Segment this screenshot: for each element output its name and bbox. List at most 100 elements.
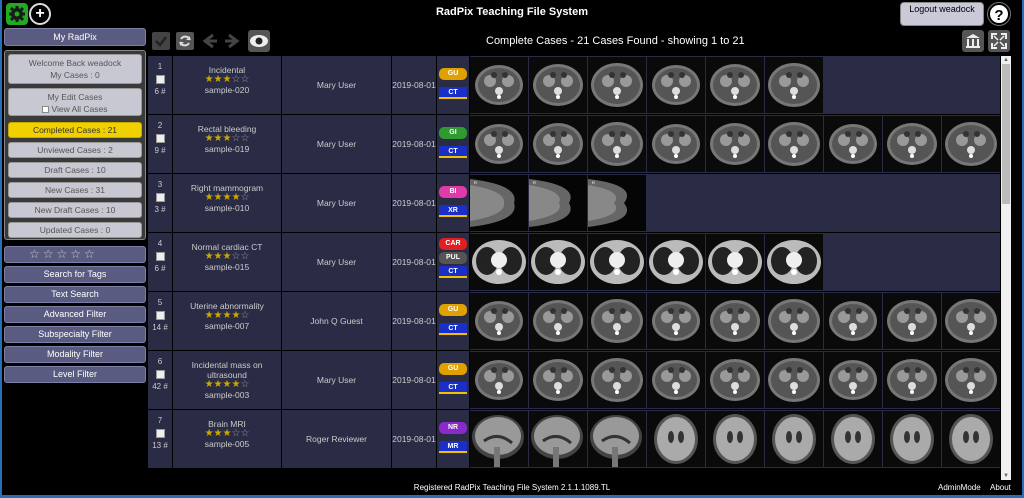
- case-select-checkbox[interactable]: [155, 429, 165, 438]
- my-edit-cases-link[interactable]: My Edit Cases: [9, 91, 141, 103]
- case-image-thumbnail[interactable]: [942, 293, 1000, 349]
- case-image-thumbnail[interactable]: [647, 57, 705, 113]
- case-image-thumbnail[interactable]: [706, 411, 764, 467]
- modality-badge[interactable]: MR: [439, 441, 467, 453]
- museum-icon[interactable]: [962, 30, 984, 52]
- case-image-thumbnail[interactable]: [824, 352, 882, 408]
- case-image-thumbnail[interactable]: [765, 293, 823, 349]
- case-row[interactable]: 4 6 # Normal cardiac CT ★★★☆☆ sample-015 Mary…: [148, 233, 1000, 292]
- case-image-thumbnail[interactable]: [824, 116, 882, 172]
- case-image-thumbnail[interactable]: R: [588, 175, 646, 231]
- case-image-thumbnail[interactable]: [765, 234, 823, 290]
- case-image-thumbnail[interactable]: [883, 352, 941, 408]
- case-image-thumbnail[interactable]: [942, 116, 1000, 172]
- case-select-checkbox[interactable]: [155, 252, 165, 261]
- modality-badge[interactable]: CT: [439, 382, 467, 394]
- sidebar-item-completed[interactable]: Completed Cases : 21: [8, 122, 142, 138]
- sidebar-item-new-draft[interactable]: New Draft Cases : 10: [8, 202, 142, 218]
- case-title[interactable]: Incidental mass on ultrasound: [173, 360, 281, 380]
- view-all-checkbox[interactable]: [42, 106, 50, 113]
- advanced-filter-button[interactable]: Advanced Filter: [4, 306, 146, 323]
- case-image-thumbnail[interactable]: [470, 57, 528, 113]
- case-select-checkbox[interactable]: [155, 370, 165, 379]
- case-image-thumbnail[interactable]: [529, 411, 587, 467]
- case-image-thumbnail[interactable]: [765, 116, 823, 172]
- subspecialty-badge[interactable]: GU: [439, 363, 467, 375]
- scroll-up-arrow[interactable]: ▲: [1001, 56, 1011, 64]
- case-image-thumbnail[interactable]: [529, 293, 587, 349]
- case-row[interactable]: 5 14 # Uterine abnormality ★★★★☆ sample-007 J…: [148, 292, 1000, 351]
- modality-badge[interactable]: XR: [439, 205, 467, 217]
- admin-mode-link[interactable]: AdminMode: [938, 483, 981, 492]
- modality-filter-button[interactable]: Modality Filter: [4, 346, 146, 363]
- sidebar-item-draft[interactable]: Draft Cases : 10: [8, 162, 142, 178]
- case-title-cell[interactable]: Rectal bleeding ★★★☆☆ sample-019: [173, 115, 281, 173]
- select-check-icon[interactable]: [150, 30, 172, 52]
- case-image-thumbnail[interactable]: [765, 352, 823, 408]
- case-image-thumbnail[interactable]: [706, 352, 764, 408]
- case-row[interactable]: 1 6 # Incidental ★★★☆☆ sample-020 Mary User 20…: [148, 56, 1000, 115]
- modality-badge[interactable]: CT: [439, 323, 467, 335]
- case-select-checkbox[interactable]: [155, 134, 165, 143]
- modality-badge[interactable]: CT: [439, 266, 467, 278]
- case-image-thumbnail[interactable]: [765, 411, 823, 467]
- case-image-thumbnail[interactable]: R: [529, 175, 587, 231]
- case-image-thumbnail[interactable]: [529, 234, 587, 290]
- case-image-thumbnail[interactable]: [470, 234, 528, 290]
- case-image-thumbnail[interactable]: [647, 116, 705, 172]
- case-title-cell[interactable]: Incidental ★★★☆☆ sample-020: [173, 56, 281, 114]
- level-filter-button[interactable]: Level Filter: [4, 366, 146, 383]
- case-image-thumbnail[interactable]: [470, 411, 528, 467]
- case-row[interactable]: 2 9 # Rectal bleeding ★★★☆☆ sample-019 Mary U…: [148, 115, 1000, 174]
- case-image-thumbnail[interactable]: [706, 57, 764, 113]
- case-image-thumbnail[interactable]: [647, 293, 705, 349]
- case-row[interactable]: 7 13 # Brain MRI ★★★☆☆ sample-005 Roger Revie…: [148, 410, 1000, 469]
- sidebar-item-unviewed[interactable]: Unviewed Cases : 2: [8, 142, 142, 158]
- case-image-thumbnail[interactable]: [765, 57, 823, 113]
- scroll-thumb[interactable]: [1002, 64, 1010, 204]
- case-title-cell[interactable]: Brain MRI ★★★☆☆ sample-005: [173, 410, 281, 468]
- subspecialty-filter-button[interactable]: Subspecialty Filter: [4, 326, 146, 343]
- case-image-thumbnail[interactable]: [588, 57, 646, 113]
- case-image-thumbnail[interactable]: [883, 293, 941, 349]
- subspecialty-badge[interactable]: NR: [439, 422, 467, 434]
- sidebar-item-new[interactable]: New Cases : 31: [8, 182, 142, 198]
- view-all-cases-option[interactable]: View All Cases: [9, 103, 141, 115]
- rating-filter[interactable]: ☆☆☆☆☆: [4, 246, 146, 263]
- subspecialty-badge[interactable]: GU: [439, 68, 467, 80]
- case-image-thumbnail[interactable]: [942, 411, 1000, 467]
- case-image-thumbnail[interactable]: [883, 411, 941, 467]
- case-image-thumbnail[interactable]: [824, 293, 882, 349]
- help-icon[interactable]: ?: [988, 3, 1010, 25]
- fullscreen-icon[interactable]: [988, 30, 1010, 52]
- case-row[interactable]: 6 42 # Incidental mass on ultrasound ★★★★☆ s…: [148, 351, 1000, 410]
- arrow-right-icon[interactable]: [222, 30, 244, 52]
- case-image-thumbnail[interactable]: [588, 234, 646, 290]
- case-image-thumbnail[interactable]: [529, 116, 587, 172]
- case-image-thumbnail[interactable]: [942, 352, 1000, 408]
- case-image-thumbnail[interactable]: [647, 411, 705, 467]
- subspecialty-badge[interactable]: GI: [439, 127, 467, 139]
- text-search-button[interactable]: Text Search: [4, 286, 146, 303]
- scroll-down-arrow[interactable]: ▼: [1001, 472, 1011, 480]
- vertical-scrollbar[interactable]: ▲ ▼: [1001, 56, 1011, 480]
- case-image-thumbnail[interactable]: [588, 411, 646, 467]
- case-image-thumbnail[interactable]: [883, 116, 941, 172]
- subspecialty-badge[interactable]: CAR: [439, 238, 467, 250]
- arrow-left-icon[interactable]: [198, 30, 220, 52]
- case-image-thumbnail[interactable]: [647, 352, 705, 408]
- case-select-checkbox[interactable]: [155, 311, 165, 320]
- case-image-thumbnail[interactable]: R: [470, 175, 528, 231]
- my-radpix-button[interactable]: My RadPix: [4, 28, 146, 46]
- case-select-checkbox[interactable]: [155, 75, 165, 84]
- case-select-checkbox[interactable]: [155, 193, 165, 202]
- case-title-cell[interactable]: Uterine abnormality ★★★★☆ sample-007: [173, 292, 281, 350]
- case-image-thumbnail[interactable]: [529, 57, 587, 113]
- case-title-cell[interactable]: Normal cardiac CT ★★★☆☆ sample-015: [173, 233, 281, 291]
- case-title-cell[interactable]: Incidental mass on ultrasound ★★★★☆ sample…: [173, 351, 281, 409]
- my-cases-link[interactable]: My Cases : 0: [9, 69, 141, 81]
- subspecialty-badge[interactable]: GU: [439, 304, 467, 316]
- modality-badge[interactable]: CT: [439, 146, 467, 158]
- case-title-cell[interactable]: Right mammogram ★★★★☆ sample-010: [173, 174, 281, 232]
- case-image-thumbnail[interactable]: [470, 293, 528, 349]
